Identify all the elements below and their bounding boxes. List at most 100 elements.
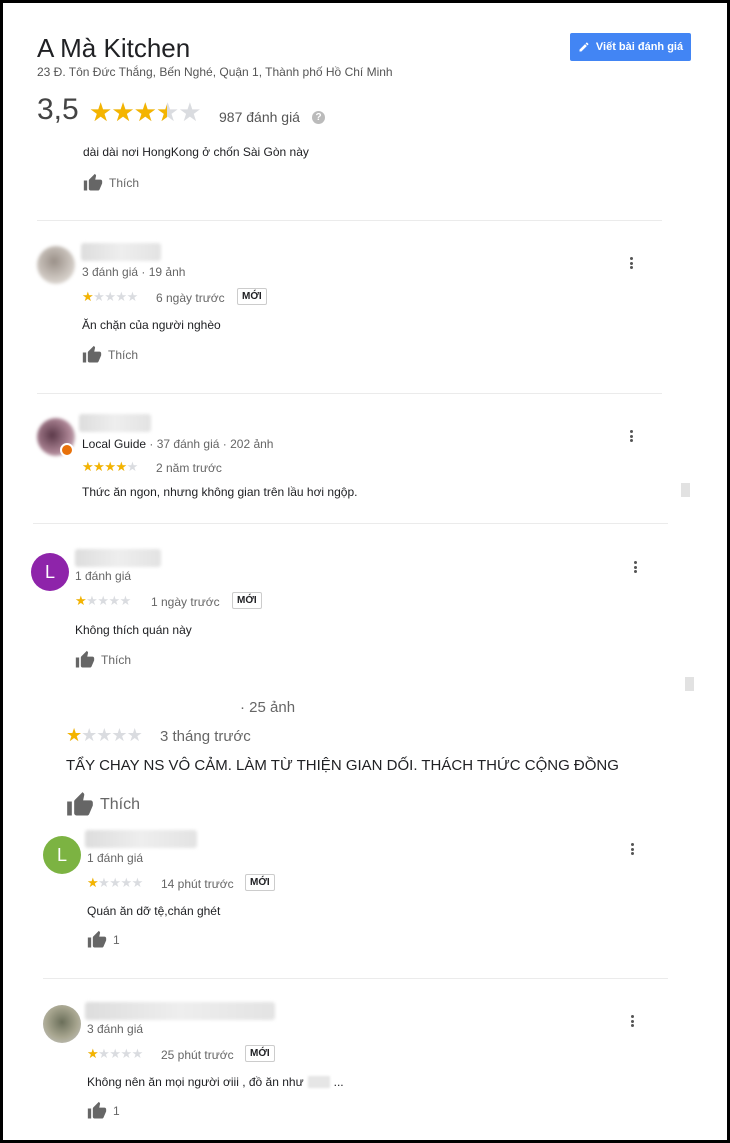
divider: [33, 523, 668, 524]
review-text: TẨY CHAY NS VÔ CẢM. LÀM TỪ THIỆN GIAN DỐ…: [66, 757, 619, 774]
divider: [43, 978, 668, 979]
like-button[interactable]: Thích: [82, 345, 138, 365]
thumbs-up-icon: [82, 345, 102, 363]
star-icon: ★: [109, 875, 121, 890]
scrollbar-thumb[interactable]: [685, 677, 694, 691]
reviewer-meta: Local Guide · 37 đánh giá · 202 ảnh: [82, 437, 273, 451]
scrollbar-thumb[interactable]: [681, 483, 690, 497]
like-button[interactable]: Thích: [66, 791, 140, 819]
write-review-label: Viết bài đánh giá: [595, 41, 684, 53]
star-icon: ★★: [133, 97, 157, 127]
star-icon: ★★: [82, 289, 94, 304]
like-label: Thích: [100, 796, 141, 813]
censored-word: [307, 1076, 330, 1088]
review-text: dài dài nơi HongKong ở chốn Sài Gòn này: [83, 145, 309, 159]
star-icon: ★: [126, 459, 139, 474]
star-icon: ★: [126, 725, 143, 745]
like-button[interactable]: Thích: [75, 650, 131, 670]
review-count[interactable]: 987 đánh giá: [219, 109, 300, 125]
star-icon: ★★: [111, 97, 134, 127]
review-text-ellipsis: ...: [333, 1075, 344, 1089]
like-button[interactable]: Thích: [83, 173, 139, 193]
review-time: 6 ngày trước: [156, 291, 225, 305]
star-icon: ★: [120, 1046, 132, 1061]
avatar[interactable]: L: [31, 553, 69, 591]
reviewer-name[interactable]: [81, 243, 161, 261]
thumbs-up-icon: [87, 930, 107, 948]
divider: [37, 220, 662, 221]
star-icon: ★: [81, 725, 97, 745]
reviewer-counts: · 37 đánh giá · 202 ảnh: [146, 437, 274, 451]
reviewer-meta: 1 đánh giá: [87, 851, 144, 865]
review-time: 1 ngày trước: [151, 595, 220, 609]
new-badge: MỚI: [237, 288, 267, 305]
reviewer-meta: · 25 ảnh: [240, 699, 296, 716]
pencil-icon: [579, 42, 589, 52]
local-guide-badge-icon: [60, 443, 74, 457]
star-icon: ★★: [75, 593, 87, 608]
write-review-button[interactable]: Viết bài đánh giá: [570, 33, 691, 61]
star-icon: ★: [98, 1046, 110, 1061]
thumbs-up-icon: [83, 173, 103, 191]
star-icon: ★★: [104, 459, 116, 474]
avatar[interactable]: [37, 246, 75, 284]
new-badge: MỚI: [245, 1045, 275, 1062]
review-text: Ăn chặn của người nghèo: [82, 318, 221, 332]
avatar[interactable]: L: [43, 836, 81, 874]
reviewer-meta: 1 đánh giá: [75, 569, 132, 583]
star-icon: ★: [109, 1046, 121, 1061]
star-icon: ★: [126, 289, 139, 304]
star-icon: ★: [96, 725, 112, 745]
help-circle-icon[interactable]: ?: [312, 111, 325, 124]
star-icon: ★: [178, 97, 201, 127]
divider: [37, 393, 662, 394]
like-button[interactable]: 1: [87, 930, 120, 950]
more-vert-icon[interactable]: [626, 841, 638, 857]
reviewer-name[interactable]: [79, 414, 151, 432]
star-icon: ★: [131, 875, 144, 890]
like-count: 1: [113, 1104, 120, 1118]
review-text: Quán ăn dỡ tệ,chán ghét: [87, 904, 221, 918]
star-icon: ★★: [66, 725, 82, 745]
place-title: A Mà Kitchen: [37, 33, 191, 63]
more-vert-icon[interactable]: [629, 559, 641, 575]
review-text: Thức ăn ngon, nhưng không gian trên lầu …: [82, 485, 358, 499]
local-guide-label: Local Guide: [82, 437, 147, 451]
review-time: 3 tháng trước: [160, 728, 251, 745]
star-icon: ★: [98, 875, 110, 890]
reviewer-meta: 3 đánh giá: [87, 1022, 144, 1036]
star-icon: ★★: [115, 459, 127, 474]
star-icon: ★: [86, 593, 98, 608]
avatar[interactable]: [43, 1005, 81, 1043]
thumbs-up-icon: [67, 792, 93, 816]
review-text-visible: Không nên ăn mọi người ơiii , đồ ăn như: [87, 1075, 304, 1089]
new-badge: MỚI: [232, 592, 262, 609]
like-label: Thích: [108, 348, 139, 362]
star-icon: ★★: [93, 459, 105, 474]
like-button[interactable]: 1: [87, 1101, 120, 1121]
reviewer-name[interactable]: [85, 830, 197, 848]
reviewer-name[interactable]: [75, 549, 161, 567]
thumbs-up-icon: [87, 1101, 107, 1119]
rating-stars: ★★★★★★★★★: [89, 97, 202, 127]
more-vert-icon[interactable]: [625, 428, 637, 444]
reviewer-meta: 3 đánh giá · 19 ảnh: [82, 265, 186, 279]
review-stars: ★ ★ ★ ★ ★ ★: [87, 876, 143, 889]
review-text: Không thích quán này: [75, 623, 192, 637]
review-time: 14 phút trước: [161, 877, 234, 891]
star-icon: ★★: [155, 97, 179, 127]
star-icon: ★★: [82, 459, 94, 474]
review-panel: A Mà Kitchen 23 Đ. Tôn Đức Thắng, Bến Ng…: [3, 3, 727, 1140]
more-vert-icon[interactable]: [625, 255, 637, 271]
star-icon: ★: [104, 289, 116, 304]
reviewer-name[interactable]: [85, 1002, 275, 1020]
star-icon: ★: [120, 875, 132, 890]
review-stars: ★ ★ ★ ★ ★ ★: [82, 290, 138, 303]
new-badge: MỚI: [245, 874, 275, 891]
more-vert-icon[interactable]: [626, 1013, 638, 1029]
thumbs-up-icon: [75, 650, 95, 668]
like-count: 1: [113, 933, 120, 947]
review-time: 25 phút trước: [161, 1048, 234, 1062]
star-icon: ★: [119, 593, 132, 608]
star-icon: ★★: [87, 1046, 99, 1061]
